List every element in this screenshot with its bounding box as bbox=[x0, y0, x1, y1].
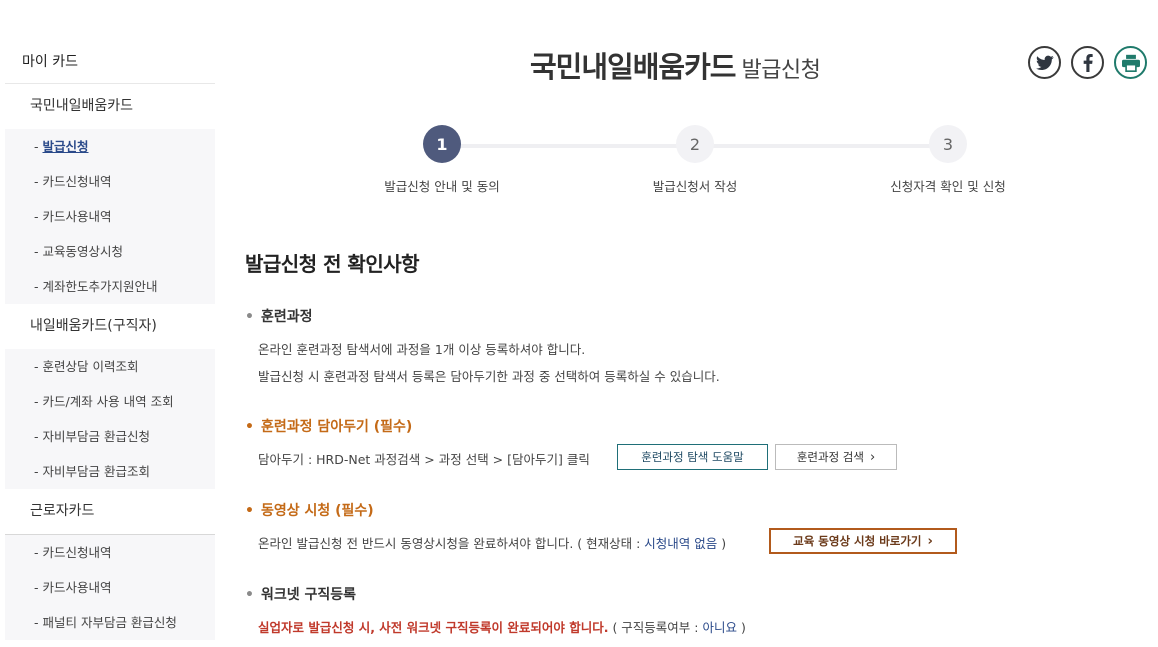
course-search-button[interactable]: 훈련과정 검색 › bbox=[775, 444, 897, 470]
course-search-help-button[interactable]: 훈련과정 탐색 도움말 bbox=[617, 444, 768, 470]
bullet-icon: • bbox=[245, 503, 254, 519]
worknet-registration-desc: 실업자로 발급신청 시, 사전 워크넷 구직등록이 완료되어야 합니다. ( 구… bbox=[258, 620, 746, 635]
sidebar-item-refund-inquiry[interactable]: - 자비부담금 환급조회 bbox=[5, 454, 215, 489]
worknet-registration-status: 아니요 bbox=[702, 620, 737, 635]
step-1-indicator: 1 bbox=[423, 125, 461, 163]
sidebar-item-counseling-history[interactable]: - 훈련상담 이력조회 bbox=[5, 349, 215, 384]
sidebar-list-national-card: - 발급신청 - 카드신청내역 - 카드사용내역 - 교육동영상시청 - 계좌한… bbox=[5, 129, 215, 304]
facebook-icon[interactable] bbox=[1071, 46, 1104, 79]
sidebar-item-card-application-history[interactable]: - 카드신청내역 bbox=[5, 164, 215, 199]
sidebar-item-penalty-refund[interactable]: - 패널티 자부담금 환급신청 bbox=[5, 605, 215, 640]
step-2-label: 발급신청서 작성 bbox=[652, 179, 738, 194]
chevron-right-icon: › bbox=[869, 449, 876, 465]
bullet-icon: • bbox=[245, 419, 254, 435]
chevron-right-icon: › bbox=[927, 533, 933, 549]
section-title: 발급신청 전 확인사항 bbox=[245, 252, 420, 276]
sidebar-item-refund-apply[interactable]: - 자비부담금 환급신청 bbox=[5, 419, 215, 454]
sidebar-group-jobseeker-card[interactable]: 내일배움카드(구직자) bbox=[5, 304, 215, 349]
sidebar-group-worker-card[interactable]: 근로자카드 bbox=[5, 489, 215, 534]
education-video-shortcut-button[interactable]: 교육 동영상 시청 바로가기 › bbox=[769, 528, 957, 554]
worknet-warning: 실업자로 발급신청 시, 사전 워크넷 구직등록이 완료되어야 합니다. bbox=[258, 620, 609, 635]
heading-worknet-registration: • 워크넷 구직등록 bbox=[245, 587, 356, 603]
heading-training-course: • 훈련과정 bbox=[245, 309, 313, 325]
step-3-indicator: 3 bbox=[929, 125, 967, 163]
sidebar-group-national-card[interactable]: 국민내일배움카드 bbox=[5, 84, 215, 129]
heading-video-watch: • 동영상 시청 (필수) bbox=[245, 503, 374, 519]
video-watch-status: 시청내역 없음 bbox=[644, 536, 718, 551]
sidebar-item-account-limit-support[interactable]: - 계좌한도추가지원안내 bbox=[5, 269, 215, 304]
sidebar-list-worker-card: - 카드신청내역 - 카드사용내역 - 패널티 자부담금 환급신청 bbox=[5, 534, 215, 640]
step-2-indicator: 2 bbox=[676, 125, 714, 163]
sidebar-item-worker-card-application[interactable]: - 카드신청내역 bbox=[5, 535, 215, 570]
heading-course-basket: • 훈련과정 담아두기 (필수) bbox=[245, 419, 413, 435]
print-icon[interactable] bbox=[1114, 46, 1147, 79]
sidebar-list-jobseeker-card: - 훈련상담 이력조회 - 카드/계좌 사용 내역 조회 - 자비부담금 환급신… bbox=[5, 349, 215, 489]
sidebar: 마이 카드 국민내일배움카드 - 발급신청 - 카드신청내역 - 카드사용내역 … bbox=[5, 42, 215, 640]
sidebar-item-education-video[interactable]: - 교육동영상시청 bbox=[5, 234, 215, 269]
training-course-desc-1: 온라인 훈련과정 탐색서에 과정을 1개 이상 등록하셔야 합니다. bbox=[258, 342, 586, 357]
sidebar-item-card-usage-history[interactable]: - 카드사용내역 bbox=[5, 199, 215, 234]
video-watch-desc: 온라인 발급신청 전 반드시 동영상시청을 완료하셔야 합니다. ( 현재상태 … bbox=[258, 536, 727, 551]
sidebar-item-worker-card-usage[interactable]: - 카드사용내역 bbox=[5, 570, 215, 605]
course-basket-desc: 담아두기 : HRD-Net 과정검색 > 과정 선택 > [담아두기] 클릭 bbox=[258, 452, 590, 467]
sidebar-item-apply[interactable]: - 발급신청 bbox=[5, 129, 215, 164]
bullet-icon: • bbox=[245, 309, 254, 325]
twitter-icon[interactable] bbox=[1028, 46, 1061, 79]
page-subtitle: 발급신청 bbox=[741, 58, 821, 83]
training-course-desc-2: 발급신청 시 훈련과정 탐색서 등록은 담아두기한 과정 중 선택하여 등록하실… bbox=[258, 369, 720, 384]
sidebar-item-card-account-usage[interactable]: - 카드/계좌 사용 내역 조회 bbox=[5, 384, 215, 419]
step-1-label: 발급신청 안내 및 동의 bbox=[384, 179, 500, 194]
share-toolbar bbox=[1028, 46, 1147, 79]
page-title: 국민내일배움카드 발급신청 bbox=[530, 50, 821, 84]
bullet-icon: • bbox=[245, 587, 254, 603]
step-3-label: 신청자격 확인 및 신청 bbox=[890, 179, 1006, 194]
sidebar-title: 마이 카드 bbox=[5, 42, 215, 84]
